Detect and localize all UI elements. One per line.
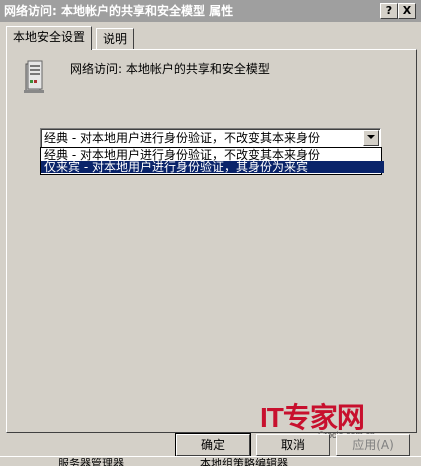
tab-local-security-setting[interactable]: 本地安全设置 xyxy=(6,26,93,50)
window-title: 网络访问: 本地帐户的共享和安全模型 属性 xyxy=(4,4,234,18)
security-model-dropdown[interactable]: 经典 - 对本地用户进行身份验证，不改变其本来身份 xyxy=(40,128,381,148)
ok-button[interactable]: 确定 xyxy=(175,433,251,457)
close-button[interactable]: X xyxy=(398,3,416,19)
tab-explain[interactable]: 说明 xyxy=(96,28,135,49)
dropdown-selected-value: 经典 - 对本地用户进行身份验证，不改变其本来身份 xyxy=(44,131,320,145)
help-button[interactable]: ? xyxy=(380,3,398,19)
tab-panel xyxy=(6,49,417,433)
cancel-button[interactable]: 取消 xyxy=(256,434,330,456)
dropdown-arrow-button[interactable] xyxy=(363,130,379,146)
properties-dialog: 网络访问: 本地帐户的共享和安全模型 属性 ? X 本地安全设置 说明 网络访问… xyxy=(0,0,421,466)
title-bar[interactable]: 网络访问: 本地帐户的共享和安全模型 属性 ? X xyxy=(0,0,421,22)
server-policy-icon xyxy=(24,60,44,93)
option-guest-only[interactable]: 仅来宾 - 对本地用户进行身份验证，其身份为来宾 xyxy=(41,161,384,173)
dropdown-options-list[interactable]: 经典 - 对本地用户进行身份验证，不改变其本来身份 仅来宾 - 对本地用户进行身… xyxy=(40,147,384,175)
policy-name: 网络访问: 本地帐户的共享和安全模型 xyxy=(70,62,270,76)
chevron-down-icon xyxy=(367,135,375,139)
apply-button[interactable]: 应用(A) xyxy=(336,434,410,456)
